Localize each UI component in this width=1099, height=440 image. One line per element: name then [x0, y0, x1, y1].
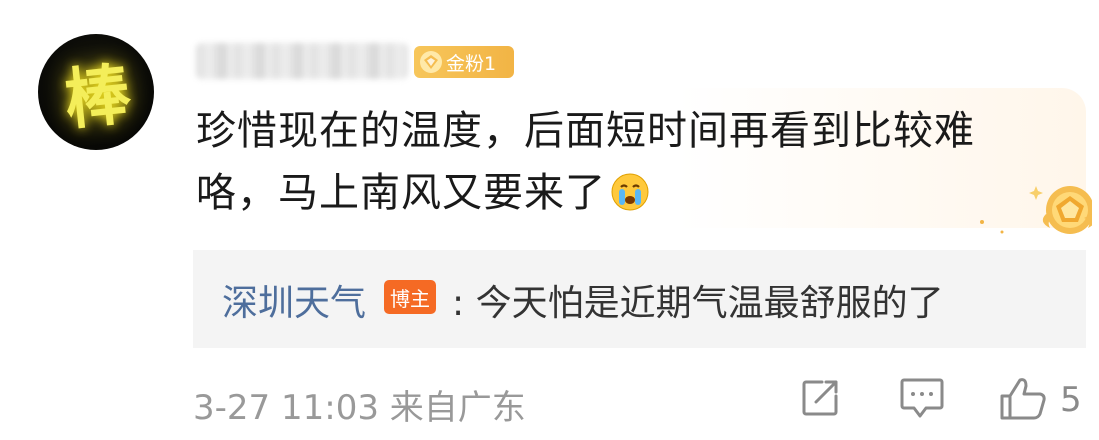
diamond-icon [420, 51, 442, 73]
avatar[interactable]: 棒 [38, 34, 154, 150]
gold-medal-icon [972, 180, 1096, 246]
blogger-badge: 博主 [384, 280, 436, 314]
comment-icon[interactable] [898, 376, 946, 424]
timestamp: 3-27 11:03 来自广东 [193, 388, 526, 428]
share-icon[interactable] [798, 376, 842, 424]
reply-text: : 今天怕是近期气温最舒服的了 [452, 283, 944, 324]
fan-level-badge[interactable]: 金粉1 [414, 46, 514, 78]
crying-face-icon [610, 168, 650, 211]
username-blur [196, 43, 408, 79]
fan-badge-label: 金粉1 [446, 52, 497, 75]
like-count: 5 [1060, 380, 1082, 420]
username-blurred[interactable] [196, 38, 408, 84]
avatar-glyph: 棒 [60, 54, 133, 140]
comment-body[interactable]: 珍惜现在的温度，后面短时间再看到比较难咯，马上南风又要来了 [196, 100, 1026, 224]
like-icon[interactable] [998, 376, 1048, 426]
comment-text: 珍惜现在的温度，后面短时间再看到比较难咯，马上南风又要来了 [196, 108, 975, 216]
reply-author[interactable]: 深圳天气 [222, 274, 366, 326]
